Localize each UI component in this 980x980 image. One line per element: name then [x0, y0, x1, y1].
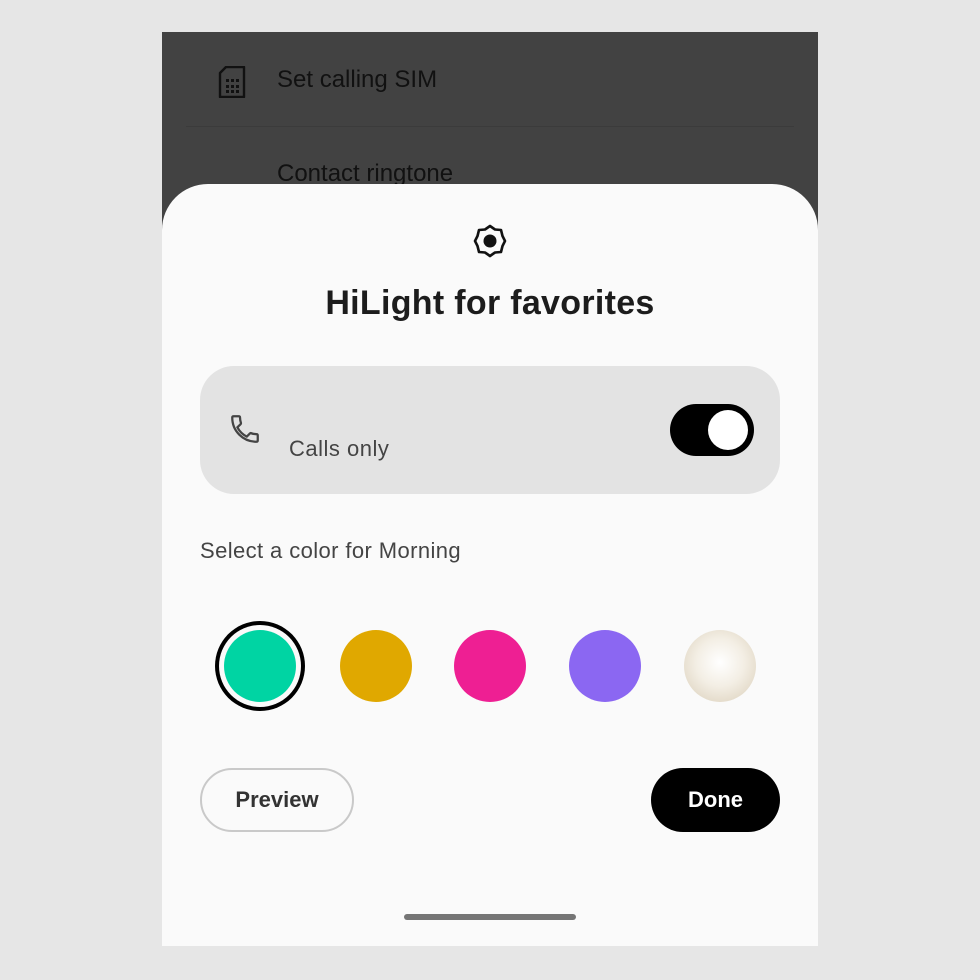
phone-screen: Set calling SIM Contact ringtone HiLight… — [162, 32, 818, 946]
home-indicator[interactable] — [404, 914, 576, 920]
list-item-label: Set calling SIM — [277, 66, 438, 93]
calls-only-setting: Calls only — [200, 366, 780, 494]
color-swatch-amber[interactable] — [340, 630, 412, 702]
color-swatch-green[interactable] — [224, 630, 296, 702]
calls-only-toggle[interactable] — [670, 404, 754, 456]
sheet-title: HiLight for favorites — [325, 284, 655, 322]
sim-card-icon — [218, 66, 246, 98]
done-button[interactable]: Done — [651, 768, 780, 832]
preview-button[interactable]: Preview — [200, 768, 354, 832]
phone-icon — [231, 415, 259, 443]
color-prompt: Select a color for Morning — [200, 538, 462, 563]
color-swatch-pearl[interactable] — [684, 630, 756, 702]
list-item-set-calling-sim[interactable]: Set calling SIM — [186, 34, 794, 127]
color-swatch-magenta[interactable] — [454, 630, 526, 702]
toggle-knob — [708, 410, 748, 450]
color-swatch-violet[interactable] — [569, 630, 641, 702]
hilight-icon — [473, 224, 507, 258]
calls-only-label: Calls only — [289, 436, 390, 461]
hilight-bottom-sheet: HiLight for favorites Calls only Select … — [162, 184, 818, 946]
